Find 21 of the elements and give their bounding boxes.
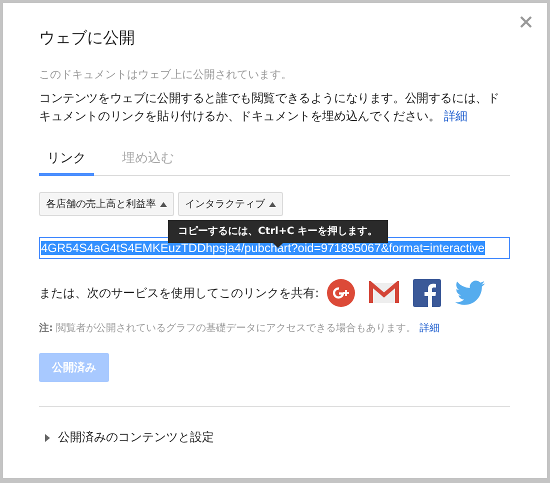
- tab[interactable]: リンク: [39, 145, 94, 176]
- caret-icon: [269, 202, 276, 206]
- tooltip-pointer-icon: [272, 243, 283, 248]
- dropdown[interactable]: 各店舗の売上高と利益率: [39, 192, 174, 216]
- note-text: 注: 閲覧者が公開されているグラフの基礎データにアクセスできる場合もあります。 詳細: [39, 321, 440, 335]
- close-icon[interactable]: [519, 15, 533, 29]
- facebook-icon[interactable]: [413, 279, 442, 307]
- dropdown[interactable]: インタラクティブ: [178, 192, 283, 216]
- share-label: または、次のサービスを使用してこのリンクを共有:: [39, 284, 320, 302]
- mail-icon[interactable]: [369, 281, 400, 305]
- details-link[interactable]: 詳細: [440, 109, 468, 123]
- section-label[interactable]: 公開済みのコンテンツと設定: [58, 429, 214, 446]
- bird-icon[interactable]: [455, 280, 486, 306]
- status-text: このドキュメントはウェブ上に公開されています。: [39, 67, 293, 82]
- caret-icon: [160, 202, 167, 206]
- expand-arrow-icon[interactable]: [45, 434, 50, 442]
- google-plus-icon[interactable]: [327, 279, 356, 307]
- tooltip: コピーするには、Ctrl+C キーを押します。: [168, 220, 388, 243]
- description-text: コンテンツをウェブに公開すると誰でも閲覧できるようになります。公開するには、ドキュメントのリンクを貼り付けるか、ドキュメントを埋め込んでください。 詳細: [39, 90, 500, 125]
- details-link[interactable]: 詳細: [416, 323, 440, 334]
- dialog-title: ウェブに公開: [39, 28, 136, 49]
